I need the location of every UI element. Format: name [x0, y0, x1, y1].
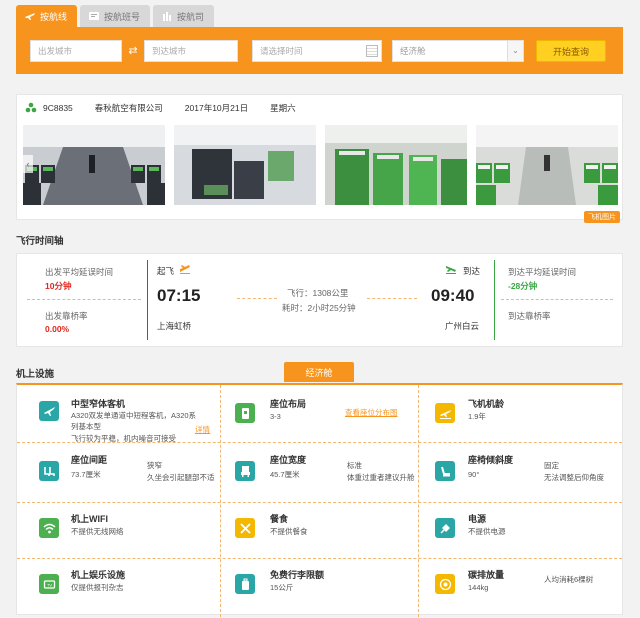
seat-recline-icon: [435, 461, 455, 481]
dep-delay-value: 10分钟: [45, 281, 72, 291]
cabin-photo[interactable]: [476, 125, 618, 205]
chevron-left-icon[interactable]: ‹: [23, 155, 33, 173]
wifi-icon: [39, 518, 59, 538]
cabin-photo[interactable]: [325, 125, 467, 205]
calendar-icon[interactable]: [366, 45, 378, 57]
seat-pitch-icon: [39, 461, 59, 481]
meal-icon: [235, 518, 255, 538]
photo-tag[interactable]: 飞机图片: [584, 211, 620, 223]
search-mode-tabs: 按航线 按航班号 按航司: [16, 5, 215, 27]
takeoff-icon: [180, 265, 190, 274]
flight-number: 9C8835: [43, 103, 73, 113]
tab-economy-cabin[interactable]: 经济舱: [284, 362, 354, 382]
from-city-input[interactable]: 出发城市: [30, 40, 122, 62]
tv-icon: TV: [39, 574, 59, 594]
flight-duration: 耗时：2小时25分钟: [282, 303, 356, 313]
plane-icon: [25, 13, 35, 20]
aircraft-details-link[interactable]: 详情: [195, 424, 210, 435]
flight-number-icon: [89, 12, 100, 20]
timeline-section-title: 飞行时间轴: [16, 236, 64, 247]
airline-logo-icon: [25, 102, 37, 113]
dep-bridge-value: 0.00%: [45, 324, 70, 334]
facilities-section-title: 机上设施: [16, 369, 55, 380]
to-city-input[interactable]: 到达城市: [144, 40, 238, 62]
dep-airport: 上海虹桥: [157, 321, 192, 331]
tab-by-flight-number[interactable]: 按航班号: [80, 5, 151, 27]
plane-age-icon: [435, 403, 455, 423]
seat-map-link[interactable]: 查看座位分布图: [345, 407, 398, 418]
tab-by-airline[interactable]: 按航司: [153, 5, 215, 27]
flight-weekday: 星期六: [270, 103, 296, 113]
power-plug-icon: [435, 518, 455, 538]
arr-airport: 广州白云: [445, 321, 480, 331]
arr-delay-label: 到达平均延误时间: [508, 267, 577, 277]
luggage-icon: [235, 574, 255, 594]
search-button[interactable]: 开始查询: [536, 40, 606, 62]
carbon-icon: [435, 574, 455, 594]
airplane-icon: [39, 401, 59, 421]
facilities-card: 中型窄体客机 A320双发单通道中短程客机，A320系列基本型 飞行较为平稳，机…: [16, 383, 623, 617]
flight-distance: 飞行：1308公里: [287, 288, 349, 298]
tab-by-route[interactable]: 按航线: [16, 5, 78, 27]
dep-time: 07:15: [157, 286, 201, 305]
cabin-photo[interactable]: [174, 125, 316, 205]
date-input[interactable]: 请选择时间: [252, 40, 382, 62]
chevron-down-icon[interactable]: ⌄: [507, 41, 523, 61]
swap-cities-icon[interactable]: ⇄: [125, 44, 141, 58]
dep-bridge-label: 出发靠桥率: [45, 311, 88, 321]
flight-timeline-card: 出发平均延误时间 10分钟 出发靠桥率 0.00% 起飞 07:15 上海虹桥 …: [16, 253, 623, 347]
cabin-select[interactable]: 经济舱 ⌄: [392, 40, 524, 62]
arr-time: 09:40: [431, 286, 475, 305]
flight-date: 2017年10月21日: [184, 103, 249, 113]
cabin-photo[interactable]: ‹: [23, 125, 165, 205]
seat-layout-icon: [235, 403, 255, 423]
search-bar: 出发城市 ⇄ 到达城市 请选择时间 经济舱 ⌄ 开始查询: [16, 27, 623, 74]
seat-width-icon: [235, 461, 255, 481]
flight-header: 9C8835 春秋航空有限公司 2017年10月21日 星期六: [25, 101, 318, 115]
dep-delay-label: 出发平均延误时间: [45, 267, 114, 277]
svg-text:TV: TV: [46, 582, 51, 587]
landing-icon: [446, 266, 456, 274]
arr-delay-value: -28分钟: [508, 281, 538, 291]
arr-tag: 到达: [463, 266, 481, 276]
airline-name: 春秋航空有限公司: [94, 103, 163, 113]
flight-info-card: 9C8835 春秋航空有限公司 2017年10月21日 星期六 ‹ 飞机图片: [16, 94, 623, 223]
dep-tag: 起飞: [157, 266, 175, 276]
cabin-photo-gallery: ‹: [23, 125, 618, 207]
arr-bridge-label: 到达靠桥率: [508, 311, 551, 321]
airline-icon: [163, 12, 172, 21]
